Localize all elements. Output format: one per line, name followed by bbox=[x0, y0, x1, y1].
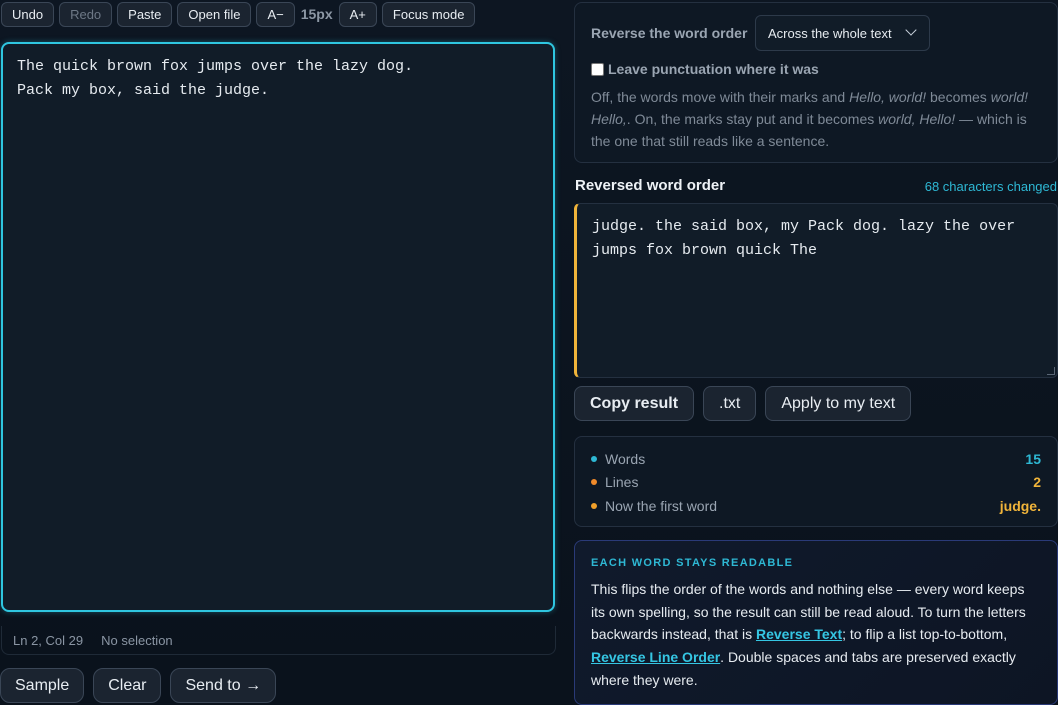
result-title: Reversed word order bbox=[575, 177, 726, 194]
open-file-button[interactable]: Open file bbox=[177, 1, 252, 27]
sample-button[interactable]: Sample bbox=[0, 668, 85, 703]
order-label: Reverse the word order bbox=[591, 25, 748, 41]
stat-value: judge. bbox=[999, 497, 1041, 514]
editor-line: Pack my box, said the judge. bbox=[17, 82, 270, 99]
info-text: ; to flip a list top-to-bottom, bbox=[842, 626, 1008, 643]
info-body: This flips the order of the words and no… bbox=[591, 578, 1041, 692]
result-output[interactable]: judge. the said box, my Pack dog. lazy t… bbox=[574, 203, 1058, 378]
stats-panel: Words 15 Lines 2 Now the first word judge. bbox=[574, 436, 1058, 527]
focus-mode-button[interactable]: Focus mode bbox=[381, 1, 476, 27]
info-heading: EACH WORD STAYS READABLE bbox=[591, 557, 794, 569]
increase-font-button[interactable]: A+ bbox=[338, 1, 377, 27]
editor-actions: Sample Clear Send to → bbox=[0, 668, 277, 703]
stat-label: Lines bbox=[605, 474, 639, 491]
punctuation-option[interactable]: Leave punctuation where it was bbox=[591, 61, 819, 77]
reverse-line-order-link[interactable]: Reverse Line Order bbox=[591, 649, 720, 665]
bullet-dot-icon bbox=[591, 502, 597, 509]
input-text-editor[interactable]: The quick brown fox jumps over the lazy … bbox=[1, 42, 555, 612]
redo-button[interactable]: Redo bbox=[59, 1, 113, 27]
bullet-dot-icon bbox=[591, 479, 597, 486]
help-example: world, Hello! bbox=[878, 111, 956, 127]
font-size-readout: 15px bbox=[300, 6, 333, 22]
decrease-font-button[interactable]: A− bbox=[256, 1, 295, 27]
options-panel: Reverse the word order Across the whole … bbox=[574, 2, 1058, 163]
help-text: . On, the marks stay put and it becomes bbox=[626, 111, 879, 127]
editor-toolbar: Undo Redo Paste Open file A− 15px A+ Foc… bbox=[1, 1, 476, 27]
stat-label: Words bbox=[605, 450, 646, 467]
apply-to-text-button[interactable]: Apply to my text bbox=[765, 386, 912, 421]
punctuation-help: Off, the words move with their marks and… bbox=[591, 86, 1031, 152]
help-text: becomes bbox=[926, 89, 991, 105]
selection-status: No selection bbox=[101, 632, 173, 648]
stat-value: 2 bbox=[1033, 474, 1041, 491]
editor-status-bar: Ln 2, Col 29 No selection bbox=[1, 626, 556, 655]
info-card: EACH WORD STAYS READABLE This flips the … bbox=[574, 540, 1058, 705]
stat-row: Lines 2 bbox=[591, 471, 1041, 495]
punctuation-checkbox[interactable] bbox=[591, 62, 604, 76]
paste-button[interactable]: Paste bbox=[117, 1, 173, 27]
chevron-down-icon bbox=[905, 24, 917, 36]
download-txt-button[interactable]: .txt bbox=[703, 386, 757, 421]
bullet-dot-icon bbox=[591, 455, 597, 462]
stat-label: Now the first word bbox=[605, 497, 718, 514]
copy-result-button[interactable]: Copy result bbox=[574, 386, 695, 421]
order-select[interactable]: Across the whole text bbox=[755, 15, 930, 51]
help-example: Hello, world! bbox=[849, 89, 927, 105]
stat-row: Now the first word judge. bbox=[591, 494, 1041, 518]
stat-row: Words 15 bbox=[591, 447, 1041, 471]
undo-button[interactable]: Undo bbox=[1, 1, 55, 27]
send-to-button[interactable]: Send to → bbox=[170, 668, 277, 703]
help-text: Off, the words move with their marks and bbox=[591, 89, 850, 105]
result-text: judge. the said box, my Pack dog. lazy t… bbox=[592, 218, 1016, 259]
order-select-value: Across the whole text bbox=[768, 25, 892, 41]
reverse-text-link[interactable]: Reverse Text bbox=[756, 626, 842, 642]
cursor-position: Ln 2, Col 29 bbox=[13, 632, 84, 648]
clear-button[interactable]: Clear bbox=[93, 668, 162, 703]
stat-value: 15 bbox=[1025, 450, 1041, 467]
resize-handle-icon[interactable] bbox=[1047, 367, 1055, 375]
editor-line: The quick brown fox jumps over the lazy … bbox=[17, 58, 414, 75]
punctuation-label: Leave punctuation where it was bbox=[608, 61, 819, 77]
result-actions: Copy result .txt Apply to my text bbox=[574, 386, 912, 421]
changed-count: 68 characters changed bbox=[924, 179, 1057, 194]
